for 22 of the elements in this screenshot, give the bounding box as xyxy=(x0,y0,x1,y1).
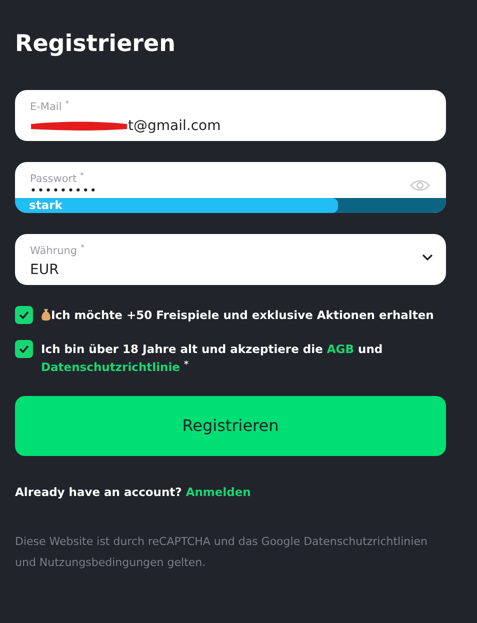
email-value: t@gmail.com xyxy=(128,116,221,136)
check-icon xyxy=(19,310,29,319)
currency-label: Währung $^{*}$ xyxy=(30,244,84,259)
terms-link[interactable]: AGB xyxy=(326,342,354,356)
register-button[interactable]: Registrieren xyxy=(15,396,446,456)
strength-fill: stark xyxy=(15,198,338,213)
email-field[interactable]: E-Mail $^{*}$ t@gmail.com xyxy=(15,90,446,141)
currency-value: EUR xyxy=(30,260,59,280)
check-icon xyxy=(19,344,29,353)
checkbox-label: Ich möchte +50 Freispiele und exklusive Aktionen erhalten xyxy=(51,306,434,324)
recaptcha-notice: Diese Website ist durch reCAPTCHA und das Google Datenschutzrichtlinien und Nutzungsbedingungen gelten. xyxy=(15,534,428,572)
checkbox[interactable] xyxy=(15,306,33,324)
checkbox[interactable] xyxy=(15,340,33,358)
checkbox-label: Ich bin über 18 Jahre alt und akzeptiere die AGB und Datenschutzrichtlinie $^{*}$ xyxy=(41,340,384,376)
page-title: Registrieren xyxy=(15,30,176,59)
login-prompt: Already have an account? Anmelden xyxy=(15,484,252,501)
terms-link[interactable]: Datenschutzrichtlinie xyxy=(41,360,180,374)
currency-select[interactable]: Währung $^{*}$ EUR xyxy=(15,234,446,285)
chevron-icon xyxy=(422,254,433,261)
email-label: E-Mail $^{*}$ xyxy=(30,100,70,115)
password-field[interactable]: Passwort $^{*}$ ••••••••• stark xyxy=(15,162,446,213)
login-link[interactable]: Anmelden xyxy=(186,484,251,499)
